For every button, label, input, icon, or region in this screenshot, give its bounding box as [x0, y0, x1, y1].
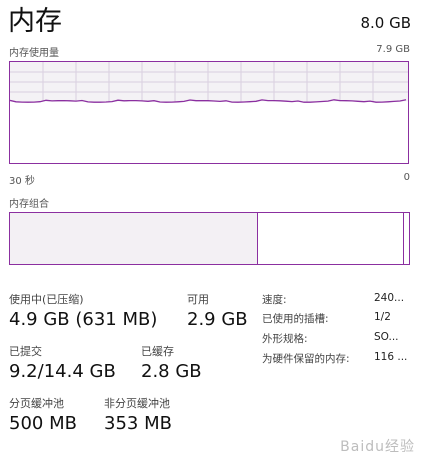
- composition-in-use-segment[interactable]: [10, 213, 257, 264]
- paged-pool-value: 500 MB: [9, 413, 77, 434]
- paged-pool-label: 分页缓冲池: [9, 397, 64, 410]
- hardware-reserved-value: 116 ...: [374, 351, 408, 363]
- committed-value: 9.2/14.4 GB: [9, 361, 116, 382]
- page-title: 内存: [8, 6, 62, 37]
- available-value: 2.9 GB: [187, 309, 248, 330]
- time-span-label: 30 秒: [9, 176, 35, 187]
- usage-graph-label: 内存使用量: [9, 48, 59, 59]
- usage-graph-svg: [10, 62, 408, 163]
- composition-label: 内存组合: [9, 199, 49, 210]
- in-use-value: 4.9 GB (631 MB): [9, 309, 158, 330]
- memory-composition-bar[interactable]: [9, 212, 410, 265]
- slots-value: 1/2: [374, 311, 391, 323]
- time-zero-label: 0: [403, 172, 410, 183]
- usage-area: [10, 101, 408, 163]
- nonpaged-pool-label: 非分页缓冲池: [104, 397, 170, 410]
- cached-label: 已缓存: [141, 345, 174, 358]
- form-factor-label: 外形规格:: [262, 333, 308, 345]
- cached-value: 2.8 GB: [141, 361, 202, 382]
- speed-label: 速度:: [262, 294, 287, 306]
- nonpaged-pool-value: 353 MB: [104, 413, 172, 434]
- in-use-label: 使用中(已压缩): [9, 293, 84, 306]
- memory-usage-graph: [9, 61, 409, 164]
- usage-graph-max: 7.9 GB: [376, 44, 410, 55]
- total-memory: 8.0 GB: [360, 14, 411, 32]
- form-factor-value: SO...: [374, 331, 399, 343]
- composition-standby-divider: [403, 213, 404, 264]
- available-label: 可用: [187, 293, 209, 306]
- speed-value: 240...: [374, 292, 405, 304]
- composition-modified-divider: [257, 213, 258, 264]
- committed-label: 已提交: [9, 345, 42, 358]
- hardware-reserved-label: 为硬件保留的内存:: [262, 353, 350, 365]
- slots-label: 已使用的插槽:: [262, 313, 329, 325]
- watermark-logo: Baidu经验: [340, 439, 415, 455]
